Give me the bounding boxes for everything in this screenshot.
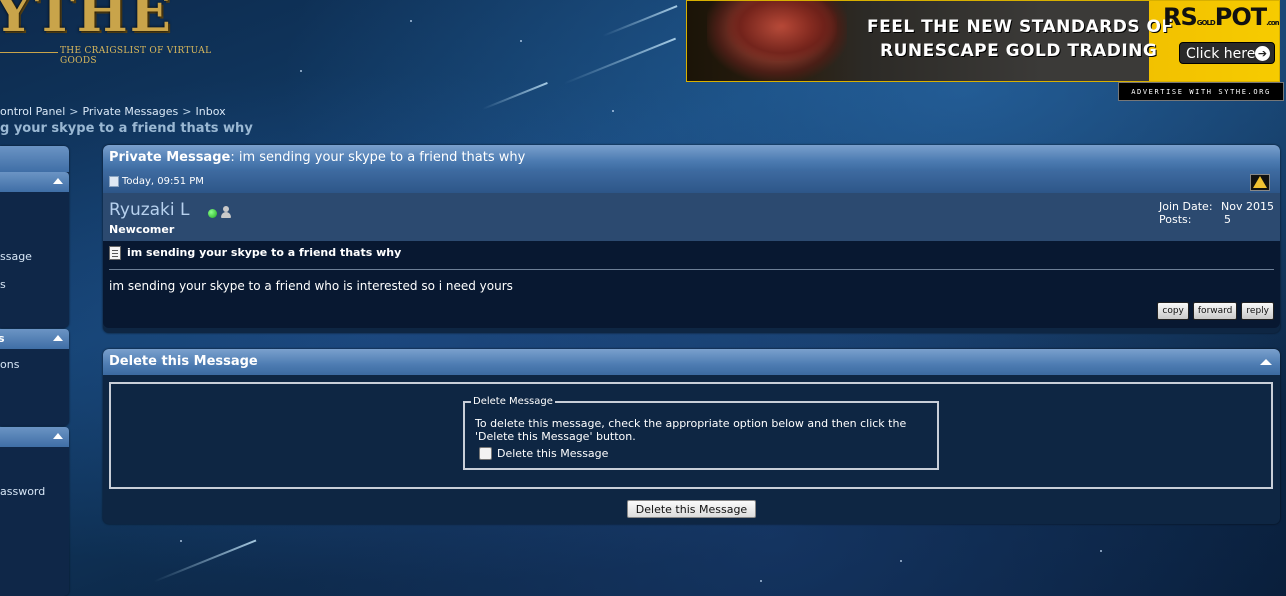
ad-brand-pot: POT (1214, 3, 1267, 31)
breadcrumb: ontrol Panel > Private Messages > Inbox (0, 105, 226, 118)
delete-panel-header: Delete this Message (103, 349, 1280, 375)
ad-character-hair (727, 1, 837, 61)
ad-headline-1: FEEL THE NEW STANDARDS OF (867, 17, 1174, 37)
posts-value: 5 (1224, 213, 1232, 226)
site-logo[interactable]: YTHE THE CRAIGSLIST OF VIRTUAL GOODS (0, 0, 250, 66)
breadcrumb-separator: > (69, 105, 79, 118)
message-content: im sending your skype to a friend thats … (103, 241, 1280, 328)
copy-button[interactable]: copy (1157, 302, 1189, 320)
sidebar-block-header[interactable] (0, 427, 69, 447)
reply-button[interactable]: reply (1241, 302, 1274, 320)
advertise-link[interactable]: ADVERTISE WITH SYTHE.ORG (1118, 82, 1284, 101)
message-title-text: im sending your skype to a friend thats … (127, 246, 402, 259)
sidebar-item-send-message[interactable]: ssage (0, 250, 32, 263)
message-body: im sending your skype to a friend who is… (109, 279, 513, 293)
breadcrumb-separator: > (182, 105, 192, 118)
sidebar-item-folders[interactable]: s (0, 278, 6, 291)
user-profile-icon[interactable] (220, 206, 232, 219)
join-date-value: Nov 2015 (1221, 200, 1274, 213)
collapse-icon[interactable] (53, 178, 63, 184)
message-divider (109, 269, 1274, 270)
user-info-bar: Ryuzaki L Newcomer Join Date: Nov 2015 Po… (103, 193, 1280, 241)
message-title: im sending your skype to a friend thats … (109, 246, 401, 260)
delete-form-box: Delete Message To delete this message, c… (109, 382, 1273, 489)
message-date-bar: Today, 09:51 PM (103, 171, 1280, 193)
delete-checkbox-label[interactable]: Delete this Message (497, 447, 608, 460)
panel-title: : im sending your skype to a friend that… (230, 150, 526, 165)
sidebar-block-messages: ssage s (0, 146, 69, 328)
ad-banner[interactable]: FEEL THE NEW STANDARDS OF RUNESCAPE GOLD… (686, 0, 1280, 82)
delete-checkbox-row[interactable]: Delete this Message (479, 447, 608, 460)
user-title: Newcomer (109, 223, 175, 236)
delete-instructions: To delete this message, check the approp… (475, 417, 907, 443)
logo-rule (0, 52, 58, 53)
delete-checkbox[interactable] (479, 447, 492, 460)
sidebar-block-header[interactable]: s (0, 329, 69, 349)
ad-headline-2: RUNESCAPE GOLD TRADING (880, 41, 1158, 61)
private-message-header: Private Message: im sending your skype t… (103, 145, 1280, 171)
panel-label: Private Message (109, 150, 231, 165)
collapse-icon[interactable] (53, 335, 63, 341)
post-icon (109, 175, 119, 187)
delete-message-button[interactable]: Delete this Message (627, 500, 756, 518)
sidebar: ssage s s ons assword (0, 146, 69, 596)
ad-brand-gold: GOLD (1196, 19, 1216, 27)
join-date-label: Join Date: (1159, 200, 1213, 213)
user-icon-body (221, 212, 231, 218)
delete-panel-title: Delete this Message (109, 354, 258, 369)
online-status-icon (208, 209, 217, 218)
collapse-icon[interactable] (1260, 359, 1272, 365)
forward-button[interactable]: forward (1192, 302, 1238, 320)
warning-icon (1253, 176, 1267, 188)
logo-text: YTHE (0, 0, 173, 44)
sidebar-item-options[interactable]: ons (0, 358, 19, 371)
delete-panel-body: Delete Message To delete this message, c… (103, 375, 1280, 496)
document-icon (109, 246, 121, 260)
ad-brand-suffix: .com (1266, 19, 1280, 27)
sidebar-block-header[interactable] (0, 172, 69, 192)
message-date: Today, 09:51 PM (122, 176, 204, 187)
message-actions: copy forward reply (1157, 302, 1274, 320)
sidebar-block-title: s (0, 332, 5, 345)
ad-brand-rs: RS (1163, 3, 1198, 31)
logo-tagline: THE CRAIGSLIST OF VIRTUAL GOODS (60, 46, 212, 66)
delete-message-panel: Delete this Message Delete Message To de… (103, 349, 1280, 524)
ad-click-here-button[interactable]: Click here ➔ (1179, 42, 1275, 64)
ad-cta-label: Click here (1186, 46, 1256, 62)
private-message-panel: Private Message: im sending your skype t… (103, 145, 1280, 333)
posts-label: Posts: (1159, 213, 1192, 226)
collapse-icon[interactable] (53, 433, 63, 439)
arrow-right-icon: ➔ (1255, 46, 1270, 61)
sidebar-block-top (0, 146, 69, 172)
breadcrumb-control-panel[interactable]: ontrol Panel (0, 105, 65, 118)
delete-fieldset: Delete Message To delete this message, c… (463, 396, 939, 470)
ad-brand-logo: RSGOLDPOT.com (1163, 3, 1280, 31)
sidebar-item-password[interactable]: assword (0, 485, 45, 498)
page-title: g your skype to a friend thats why (0, 121, 253, 136)
report-button[interactable] (1250, 174, 1270, 191)
sidebar-block-account: assword (0, 427, 69, 596)
user-stats: Join Date: Nov 2015 Posts: 5 (1159, 200, 1274, 226)
sidebar-block-settings: s ons (0, 329, 69, 426)
breadcrumb-inbox[interactable]: Inbox (196, 105, 226, 118)
breadcrumb-private-messages[interactable]: Private Messages (82, 105, 178, 118)
delete-fieldset-legend: Delete Message (473, 396, 553, 407)
username-link[interactable]: Ryuzaki L (109, 200, 190, 220)
